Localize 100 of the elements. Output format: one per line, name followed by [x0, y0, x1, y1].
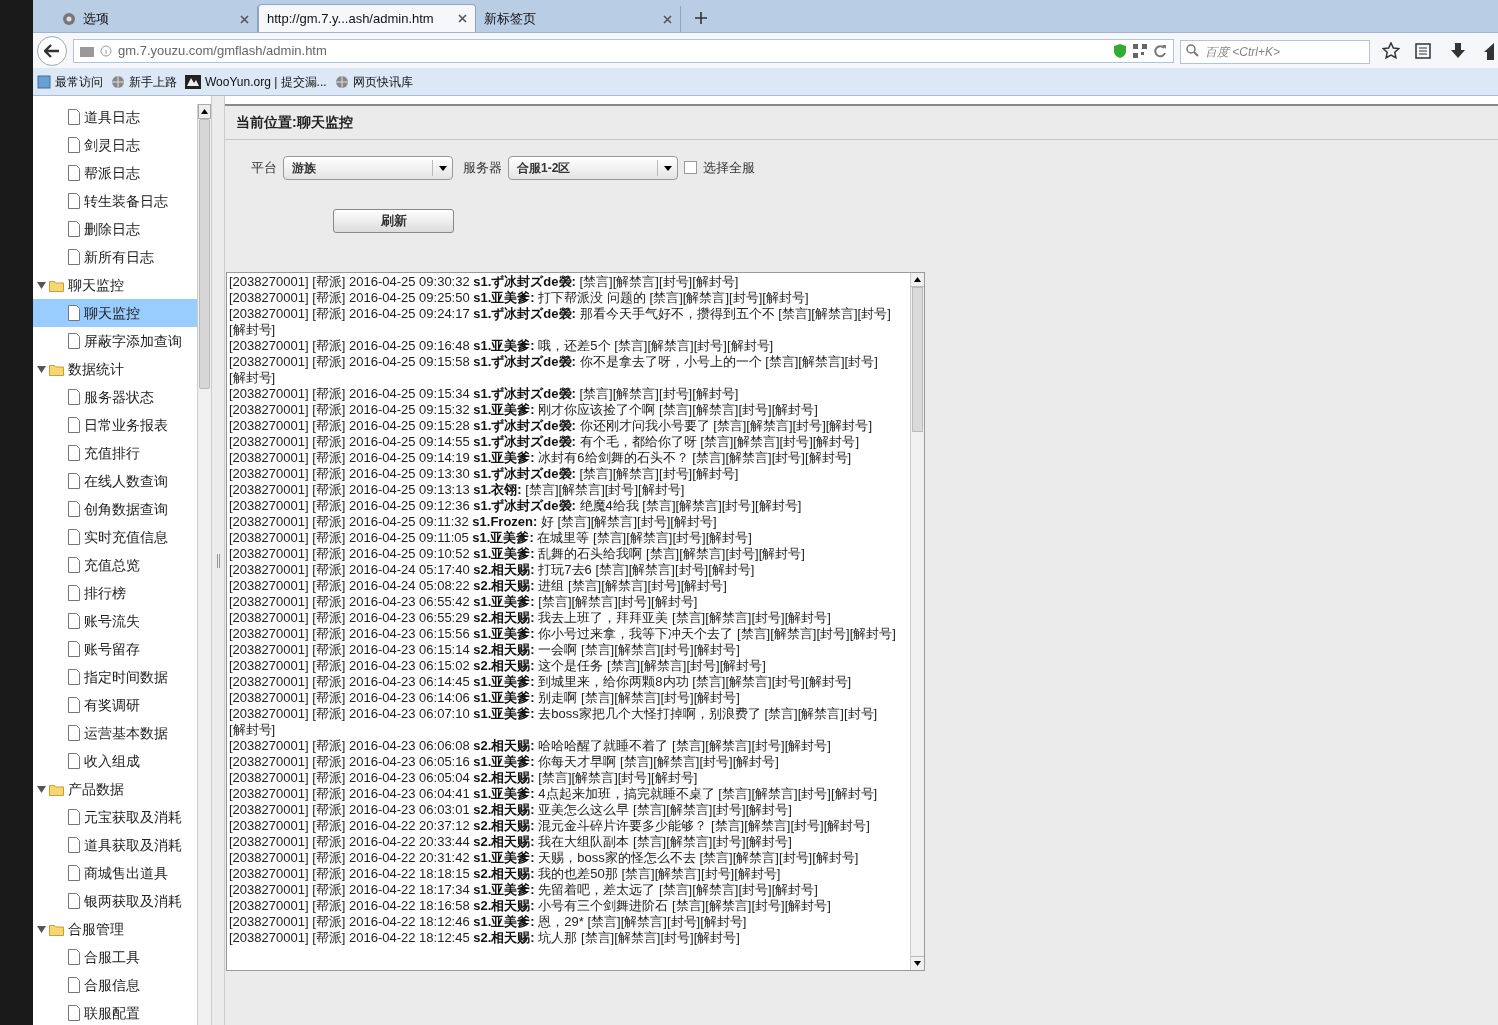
tree-item[interactable]: 道具获取及消耗: [33, 831, 197, 859]
action-link[interactable]: [解禁言]: [612, 274, 659, 289]
bookmark-link[interactable]: 网页快讯库: [334, 72, 413, 91]
action-link[interactable]: [解禁言]: [705, 898, 752, 913]
action-link[interactable]: [解封号]: [229, 370, 276, 385]
action-link[interactable]: [解禁言]: [770, 626, 817, 641]
action-link[interactable]: [解封号]: [823, 818, 870, 833]
tree-item[interactable]: 日常业务报表: [33, 411, 197, 439]
tree-item[interactable]: 联服配置: [33, 999, 197, 1025]
action-link[interactable]: [解封号]: [849, 626, 896, 641]
tree-item[interactable]: 商城售出道具: [33, 859, 197, 887]
select-all-checkbox[interactable]: [684, 161, 697, 174]
star-icon[interactable]: [1382, 41, 1400, 60]
action-link[interactable]: [解封号]: [651, 594, 698, 609]
action-link[interactable]: [解封号]: [693, 930, 740, 945]
tree-item[interactable]: 帮派日志: [33, 159, 197, 187]
new-tab-icon[interactable]: [695, 12, 707, 24]
tree-item[interactable]: 合服工具: [33, 943, 197, 971]
tree-item[interactable]: 运营基本数据: [33, 719, 197, 747]
action-link[interactable]: [禁言]: [718, 786, 752, 801]
action-link[interactable]: [禁言]: [710, 818, 745, 833]
action-link[interactable]: [封号]: [771, 450, 805, 465]
action-link[interactable]: [禁言]: [632, 802, 667, 817]
log-scrollbar[interactable]: [910, 273, 924, 970]
action-link[interactable]: [封号]: [658, 274, 693, 289]
action-link[interactable]: [禁言]: [764, 706, 798, 721]
action-link[interactable]: [解封号]: [692, 274, 739, 289]
back-button[interactable]: [37, 35, 67, 66]
action-link[interactable]: [禁言]: [645, 546, 680, 561]
action-link[interactable]: [封号]: [725, 546, 759, 561]
qr-code-icon[interactable]: [1133, 43, 1147, 58]
action-link[interactable]: [解封号]: [680, 578, 727, 593]
action-link[interactable]: [禁言]: [538, 594, 572, 609]
scroll-up-icon[interactable]: [201, 109, 208, 114]
action-link[interactable]: [封号]: [686, 658, 720, 673]
action-link[interactable]: [封号]: [721, 498, 756, 513]
action-link[interactable]: [禁言]: [778, 306, 812, 321]
action-link[interactable]: [解禁言]: [653, 754, 700, 769]
tree-item[interactable]: 道具日志: [33, 103, 197, 131]
action-link[interactable]: [禁言]: [700, 434, 734, 449]
action-link[interactable]: [解封号]: [812, 850, 859, 865]
tree-item[interactable]: 数据统计: [33, 355, 197, 383]
action-link[interactable]: [解封号]: [762, 290, 809, 305]
action-link[interactable]: [解禁言]: [647, 338, 694, 353]
action-link[interactable]: [禁言]: [579, 386, 613, 401]
action-link[interactable]: [封号]: [666, 914, 701, 929]
action-link[interactable]: [封号]: [792, 418, 826, 433]
action-link[interactable]: [禁言]: [580, 642, 615, 657]
action-link[interactable]: [禁言]: [621, 866, 655, 881]
action-link[interactable]: [禁言]: [567, 578, 602, 593]
tree-item[interactable]: 屏蔽字添加查询: [33, 327, 197, 355]
action-link[interactable]: [解禁言]: [744, 818, 791, 833]
action-link[interactable]: [封号]: [797, 786, 831, 801]
address-bar[interactable]: gm.7.youzu.com/gmflash/admin.htm: [73, 38, 1174, 63]
action-link[interactable]: [解禁言]: [746, 418, 793, 433]
expand-arrow-icon[interactable]: [37, 784, 46, 794]
action-link[interactable]: [解封号]: [229, 722, 276, 737]
action-link[interactable]: [禁言]: [557, 514, 591, 529]
action-link[interactable]: [封号]: [660, 642, 694, 657]
action-link[interactable]: [解封号]: [670, 514, 717, 529]
tree-item[interactable]: 有奖调研: [33, 691, 197, 719]
action-link[interactable]: [解禁言]: [590, 514, 638, 529]
action-link[interactable]: [解禁言]: [666, 802, 713, 817]
refresh-button[interactable]: 刷新: [333, 209, 454, 233]
action-link[interactable]: [解禁言]: [571, 594, 618, 609]
action-link[interactable]: [封号]: [771, 674, 805, 689]
sidebar-scrollbar[interactable]: [197, 104, 211, 1025]
action-link[interactable]: [解禁言]: [675, 498, 722, 513]
tree-item[interactable]: 删除日志: [33, 215, 197, 243]
tree-item[interactable]: 收入组成: [33, 747, 197, 775]
tree-item[interactable]: 新所有日志: [33, 243, 197, 271]
action-link[interactable]: [解禁言]: [571, 770, 618, 785]
action-link[interactable]: [封号]: [816, 626, 850, 641]
action-link[interactable]: [解封号]: [705, 530, 752, 545]
action-link[interactable]: [禁言]: [579, 466, 613, 481]
tree-item[interactable]: 排行榜: [33, 579, 197, 607]
action-link[interactable]: [解封号]: [825, 418, 873, 433]
tree-item[interactable]: 服务器状态: [33, 383, 197, 411]
tree-item[interactable]: 充值总览: [33, 551, 197, 579]
action-link[interactable]: [解封号]: [804, 674, 852, 689]
tree-item[interactable]: 银两获取及消耗: [33, 887, 197, 915]
tree-item[interactable]: 合服信息: [33, 971, 197, 999]
action-link[interactable]: [禁言]: [699, 850, 733, 865]
expand-arrow-icon[interactable]: [37, 280, 46, 290]
action-link[interactable]: [解封号]: [651, 770, 698, 785]
tree-item[interactable]: 合服管理: [33, 915, 197, 943]
tree-item[interactable]: 元宝获取及消耗: [33, 803, 197, 831]
action-link[interactable]: [封号]: [637, 514, 671, 529]
action-link[interactable]: [解禁言]: [798, 354, 845, 369]
action-link[interactable]: [解禁言]: [705, 738, 752, 753]
scroll-thumb[interactable]: [199, 119, 210, 389]
action-link[interactable]: [解禁言]: [733, 434, 780, 449]
action-link[interactable]: [解封号]: [708, 562, 755, 577]
scroll-up-icon[interactable]: [914, 277, 921, 282]
action-link[interactable]: [解封号]: [734, 866, 781, 881]
action-link[interactable]: [解封号]: [784, 898, 831, 913]
action-link[interactable]: [禁言]: [614, 338, 648, 353]
action-link[interactable]: [封号]: [778, 850, 813, 865]
action-link[interactable]: [禁言]: [736, 626, 771, 641]
action-link[interactable]: [封号]: [693, 338, 727, 353]
